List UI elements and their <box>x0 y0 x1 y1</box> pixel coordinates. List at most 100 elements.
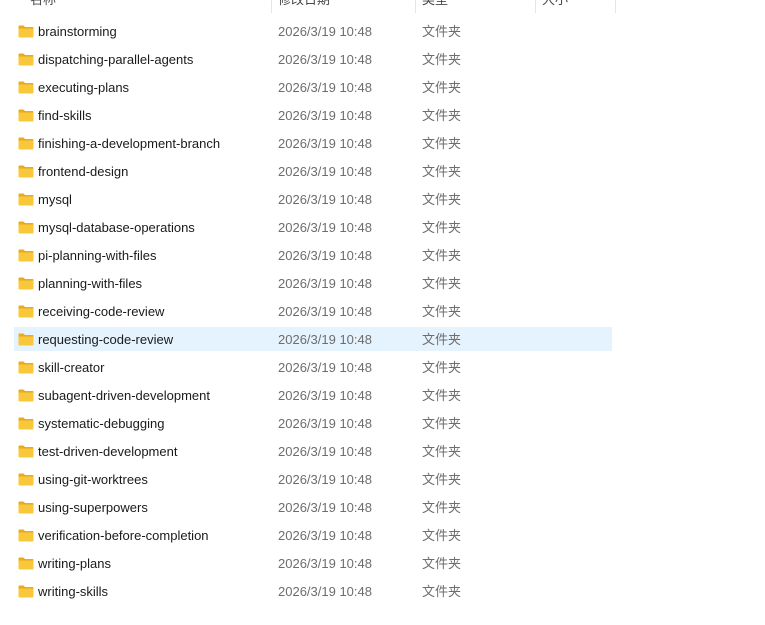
file-name: verification-before-completion <box>38 528 209 543</box>
file-list: brainstorming 2026/3/19 10:48 文件夹 dispat… <box>0 19 765 607</box>
file-type: 文件夹 <box>422 500 462 515</box>
file-row[interactable]: frontend-design 2026/3/19 10:48 文件夹 <box>0 159 765 187</box>
file-row[interactable]: writing-skills 2026/3/19 10:48 文件夹 <box>0 579 765 607</box>
file-row[interactable]: executing-plans 2026/3/19 10:48 文件夹 <box>0 75 765 103</box>
file-row[interactable]: planning-with-files 2026/3/19 10:48 文件夹 <box>0 271 765 299</box>
column-header-modified[interactable]: 修改日期 <box>278 0 330 13</box>
file-row[interactable]: skill-creator 2026/3/19 10:48 文件夹 <box>0 355 765 383</box>
modified-date: 2026/3/19 10:48 <box>278 108 372 123</box>
file-name: receiving-code-review <box>38 304 165 319</box>
column-header-bar: 名称 修改日期 类型 大小 <box>0 0 616 13</box>
file-type: 文件夹 <box>422 108 462 123</box>
file-row[interactable]: receiving-code-review 2026/3/19 10:48 文件… <box>0 299 765 327</box>
folder-icon <box>18 109 34 122</box>
modified-date: 2026/3/19 10:48 <box>278 192 372 207</box>
modified-date: 2026/3/19 10:48 <box>278 248 372 263</box>
file-type: 文件夹 <box>422 332 462 347</box>
file-type: 文件夹 <box>422 304 462 319</box>
file-row[interactable]: systematic-debugging 2026/3/19 10:48 文件夹 <box>0 411 765 439</box>
file-type: 文件夹 <box>422 136 462 151</box>
file-name: planning-with-files <box>38 276 143 291</box>
modified-date: 2026/3/19 10:48 <box>278 136 372 151</box>
folder-icon <box>18 417 34 430</box>
file-row[interactable]: dispatching-parallel-agents 2026/3/19 10… <box>0 47 765 75</box>
column-divider[interactable] <box>271 0 272 13</box>
file-row[interactable]: brainstorming 2026/3/19 10:48 文件夹 <box>0 19 765 47</box>
modified-date: 2026/3/19 10:48 <box>278 360 372 375</box>
column-header-size[interactable]: 大小 <box>542 0 568 13</box>
modified-date: 2026/3/19 10:48 <box>278 220 372 235</box>
file-type: 文件夹 <box>422 472 462 487</box>
modified-date: 2026/3/19 10:48 <box>278 164 372 179</box>
file-type: 文件夹 <box>422 444 462 459</box>
folder-icon <box>18 501 34 514</box>
modified-date: 2026/3/19 10:48 <box>278 304 372 319</box>
file-row[interactable]: writing-plans 2026/3/19 10:48 文件夹 <box>0 551 765 579</box>
file-row[interactable]: subagent-driven-development 2026/3/19 10… <box>0 383 765 411</box>
modified-date: 2026/3/19 10:48 <box>278 276 372 291</box>
folder-icon <box>18 221 34 234</box>
file-name: subagent-driven-development <box>38 388 210 403</box>
file-type: 文件夹 <box>422 388 462 403</box>
file-row[interactable]: mysql-database-operations 2026/3/19 10:4… <box>0 215 765 243</box>
folder-icon <box>18 277 34 290</box>
file-type: 文件夹 <box>422 360 462 375</box>
file-type: 文件夹 <box>422 416 462 431</box>
file-row[interactable]: test-driven-development 2026/3/19 10:48 … <box>0 439 765 467</box>
modified-date: 2026/3/19 10:48 <box>278 584 372 599</box>
modified-date: 2026/3/19 10:48 <box>278 332 372 347</box>
file-type: 文件夹 <box>422 528 462 543</box>
folder-icon <box>18 445 34 458</box>
modified-date: 2026/3/19 10:48 <box>278 556 372 571</box>
file-name: pi-planning-with-files <box>38 248 157 263</box>
folder-icon <box>18 25 34 38</box>
folder-icon <box>18 53 34 66</box>
file-type: 文件夹 <box>422 192 462 207</box>
file-explorer-window: 名称 修改日期 类型 大小 brainstorming 2026/3/19 10… <box>0 0 765 625</box>
file-name: mysql <box>38 192 72 207</box>
file-name: frontend-design <box>38 164 129 179</box>
file-name: executing-plans <box>38 80 130 95</box>
file-name: using-superpowers <box>38 500 148 515</box>
folder-icon <box>18 305 34 318</box>
column-header-type[interactable]: 类型 <box>422 0 448 13</box>
column-divider[interactable] <box>535 0 536 13</box>
file-row[interactable]: finishing-a-development-branch 2026/3/19… <box>0 131 765 159</box>
folder-icon <box>18 361 34 374</box>
file-type: 文件夹 <box>422 276 462 291</box>
file-name: finishing-a-development-branch <box>38 136 221 151</box>
file-row[interactable]: pi-planning-with-files 2026/3/19 10:48 文… <box>0 243 765 271</box>
folder-icon <box>18 165 34 178</box>
column-header-name[interactable]: 名称 <box>30 0 56 13</box>
folder-icon <box>18 473 34 486</box>
column-divider[interactable] <box>615 0 616 13</box>
file-type: 文件夹 <box>422 164 462 179</box>
folder-icon <box>18 389 34 402</box>
file-name: find-skills <box>38 108 92 123</box>
file-name: requesting-code-review <box>38 332 174 347</box>
modified-date: 2026/3/19 10:48 <box>278 528 372 543</box>
folder-icon <box>18 333 34 346</box>
folder-icon <box>18 193 34 206</box>
column-divider[interactable] <box>415 0 416 13</box>
folder-icon <box>18 585 34 598</box>
file-type: 文件夹 <box>422 220 462 235</box>
file-name: dispatching-parallel-agents <box>38 52 194 67</box>
file-row[interactable]: mysql 2026/3/19 10:48 文件夹 <box>0 187 765 215</box>
file-row[interactable]: using-superpowers 2026/3/19 10:48 文件夹 <box>0 495 765 523</box>
modified-date: 2026/3/19 10:48 <box>278 500 372 515</box>
folder-icon <box>18 137 34 150</box>
file-row[interactable]: find-skills 2026/3/19 10:48 文件夹 <box>0 103 765 131</box>
folder-icon <box>18 249 34 262</box>
file-type: 文件夹 <box>422 248 462 263</box>
file-name: writing-skills <box>38 584 109 599</box>
file-name: mysql-database-operations <box>38 220 195 235</box>
modified-date: 2026/3/19 10:48 <box>278 472 372 487</box>
folder-icon <box>18 81 34 94</box>
file-type: 文件夹 <box>422 584 462 599</box>
file-name: writing-plans <box>38 556 111 571</box>
file-row[interactable]: using-git-worktrees 2026/3/19 10:48 文件夹 <box>0 467 765 495</box>
file-row[interactable]: verification-before-completion 2026/3/19… <box>0 523 765 551</box>
file-row[interactable]: requesting-code-review 2026/3/19 10:48 文… <box>0 327 765 355</box>
modified-date: 2026/3/19 10:48 <box>278 52 372 67</box>
